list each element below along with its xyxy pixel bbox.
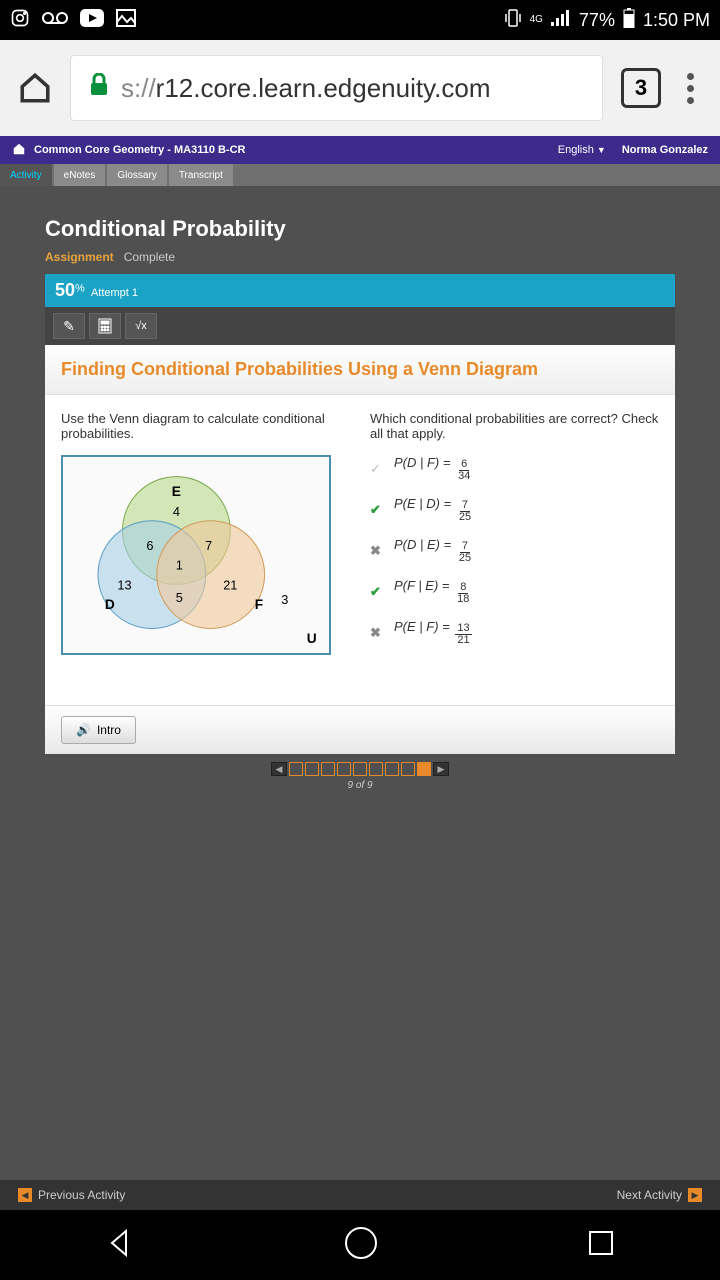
pager-prev[interactable]: ◀ xyxy=(271,762,287,776)
pager: ◀ ▶ xyxy=(45,762,675,776)
card-header: Finding Conditional Probabilities Using … xyxy=(45,345,675,395)
youtube-icon xyxy=(80,9,104,32)
home-button[interactable] xyxy=(343,1225,379,1266)
card-footer: 🔊 Intro xyxy=(45,705,675,754)
answer-option[interactable]: ✖ P(D | E) = 725 xyxy=(370,537,659,564)
answer-expression: P(D | F) = 634 xyxy=(394,455,472,482)
pager-box[interactable] xyxy=(353,762,367,776)
home-icon[interactable] xyxy=(18,71,52,105)
chevron-down-icon: ▼ xyxy=(597,145,606,155)
vibrate-icon xyxy=(504,8,522,33)
answer-list: ✓ P(D | F) = 634 ✔ P(E | D) = 725 ✖ P(D | … xyxy=(370,455,659,646)
lock-icon xyxy=(89,73,109,104)
mark-icon: ✔ xyxy=(370,502,384,518)
svg-text:6: 6 xyxy=(146,538,153,553)
svg-text:1: 1 xyxy=(176,558,183,573)
next-activity-link[interactable]: Next Activity xyxy=(617,1188,682,1202)
url-bar[interactable]: s://r12.core.learn.edgenuity.com xyxy=(70,55,603,121)
right-prompt: Which conditional probabilities are corr… xyxy=(370,411,659,441)
answer-option[interactable]: ✔ P(E | D) = 725 xyxy=(370,496,659,523)
pager-box[interactable] xyxy=(417,762,431,776)
content-area: Conditional Probability AssignmentComple… xyxy=(0,186,720,807)
svg-text:4: 4 xyxy=(173,504,180,519)
pager-box[interactable] xyxy=(289,762,303,776)
user-name: Norma Gonzalez xyxy=(622,144,708,156)
svg-text:7: 7 xyxy=(205,538,212,553)
android-nav-bar xyxy=(0,1210,720,1280)
pager-next[interactable]: ▶ xyxy=(433,762,449,776)
battery-text: 77% xyxy=(579,10,615,31)
answer-option[interactable]: ✓ P(D | F) = 634 xyxy=(370,455,659,482)
pager-box[interactable] xyxy=(305,762,319,776)
browser-menu-button[interactable] xyxy=(679,73,702,104)
answer-option[interactable]: ✔ P(F | E) = 818 xyxy=(370,578,659,605)
svg-text:5: 5 xyxy=(176,590,183,605)
prev-activity-link[interactable]: Previous Activity xyxy=(38,1188,125,1202)
prev-arrow-icon[interactable]: ◀ xyxy=(18,1188,32,1202)
card-title: Finding Conditional Probabilities Using … xyxy=(61,359,659,380)
calculator-icon[interactable] xyxy=(89,313,121,339)
lesson-tabs: Activity eNotes Glossary Transcript xyxy=(0,164,720,186)
url-text: s://r12.core.learn.edgenuity.com xyxy=(121,73,491,104)
recent-button[interactable] xyxy=(586,1228,616,1263)
venn-diagram: E 4 6 7 1 13 5 21 D F 3 U xyxy=(61,455,331,655)
tab-activity[interactable]: Activity xyxy=(0,164,52,186)
tab-count-button[interactable]: 3 xyxy=(621,68,661,108)
instagram-icon xyxy=(10,8,30,33)
lesson-title: Conditional Probability xyxy=(45,216,675,242)
score-bar: 50% Attempt 1 xyxy=(45,274,675,307)
tab-enotes[interactable]: eNotes xyxy=(54,164,106,186)
clock-text: 1:50 PM xyxy=(643,10,710,31)
tab-transcript[interactable]: Transcript xyxy=(169,164,233,186)
svg-text:F: F xyxy=(255,597,263,612)
course-name: Common Core Geometry - MA3110 B-CR xyxy=(34,144,246,156)
toolbar: ✎ √x xyxy=(45,307,675,345)
svg-text:21: 21 xyxy=(223,577,237,592)
answer-expression: P(F | E) = 818 xyxy=(394,578,471,605)
mark-icon: ✓ xyxy=(370,461,384,477)
signal-icon xyxy=(551,10,571,31)
left-prompt: Use the Venn diagram to calculate condit… xyxy=(61,411,350,441)
pager-box[interactable] xyxy=(337,762,351,776)
answer-expression: P(E | F) = 1321 xyxy=(394,619,472,646)
next-arrow-icon[interactable]: ▶ xyxy=(688,1188,702,1202)
browser-bar: s://r12.core.learn.edgenuity.com 3 xyxy=(0,40,720,136)
tab-glossary[interactable]: Glossary xyxy=(107,164,166,186)
svg-text:U: U xyxy=(307,631,317,646)
answer-option[interactable]: ✖ P(E | F) = 1321 xyxy=(370,619,659,646)
pencil-icon[interactable]: ✎ xyxy=(53,313,85,339)
pager-box[interactable] xyxy=(369,762,383,776)
mark-icon: ✔ xyxy=(370,584,384,600)
speaker-icon: 🔊 xyxy=(76,723,91,737)
lesson-subtitle: AssignmentComplete xyxy=(45,250,675,264)
voicemail-icon xyxy=(42,10,68,31)
answer-expression: P(E | D) = 725 xyxy=(394,496,473,523)
course-header: Common Core Geometry - MA3110 B-CR Engli… xyxy=(0,136,720,164)
activity-nav-footer: ◀ Previous Activity Next Activity ▶ xyxy=(0,1180,720,1210)
intro-button[interactable]: 🔊 Intro xyxy=(61,716,136,744)
pager-box[interactable] xyxy=(321,762,335,776)
answer-expression: P(D | E) = 725 xyxy=(394,537,473,564)
svg-text:D: D xyxy=(105,597,115,612)
pager-label: 9 of 9 xyxy=(45,780,675,791)
mark-icon: ✖ xyxy=(370,543,384,559)
pager-box[interactable] xyxy=(401,762,415,776)
right-column: Which conditional probabilities are corr… xyxy=(370,411,659,689)
battery-icon xyxy=(623,8,635,33)
svg-text:3: 3 xyxy=(281,592,288,607)
pager-box[interactable] xyxy=(385,762,399,776)
back-button[interactable] xyxy=(104,1227,136,1264)
language-selector[interactable]: English ▼ xyxy=(558,144,606,156)
android-status-bar: 4G 77% 1:50 PM xyxy=(0,0,720,40)
mark-icon: ✖ xyxy=(370,625,384,641)
question-card: Finding Conditional Probabilities Using … xyxy=(45,345,675,754)
formula-icon[interactable]: √x xyxy=(125,313,157,339)
course-home-icon[interactable] xyxy=(12,142,26,159)
svg-text:13: 13 xyxy=(117,577,131,592)
network-type: 4G xyxy=(530,15,543,25)
image-icon xyxy=(116,9,136,32)
svg-text:E: E xyxy=(172,484,181,499)
left-column: Use the Venn diagram to calculate condit… xyxy=(61,411,350,689)
